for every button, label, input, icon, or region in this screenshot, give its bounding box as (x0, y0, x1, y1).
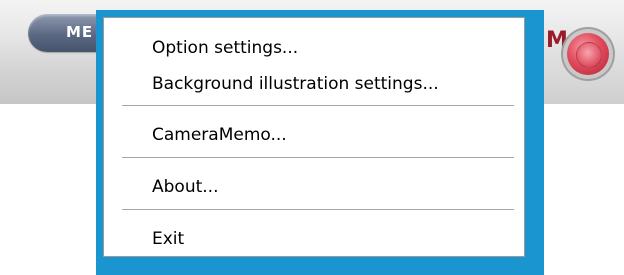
menu-item-about[interactable]: About... (152, 176, 218, 198)
menu-item-camera-memo[interactable]: CameraMemo... (152, 124, 287, 146)
menu-item-option-settings[interactable]: Option settings... (152, 37, 298, 59)
context-menu: Option settings... Background illustrati… (103, 17, 525, 257)
menu-separator (122, 209, 514, 211)
menu-item-exit[interactable]: Exit (152, 228, 184, 250)
toolbar-right-label: M (546, 28, 568, 53)
screen: ME M Option settings... Background illus… (0, 0, 624, 275)
record-button-icon[interactable] (567, 33, 609, 75)
menu-separator (122, 157, 514, 159)
menu-separator (122, 105, 514, 107)
menu-button-label: ME (66, 23, 94, 41)
menu-item-background-illustration-settings[interactable]: Background illustration settings... (152, 73, 439, 95)
